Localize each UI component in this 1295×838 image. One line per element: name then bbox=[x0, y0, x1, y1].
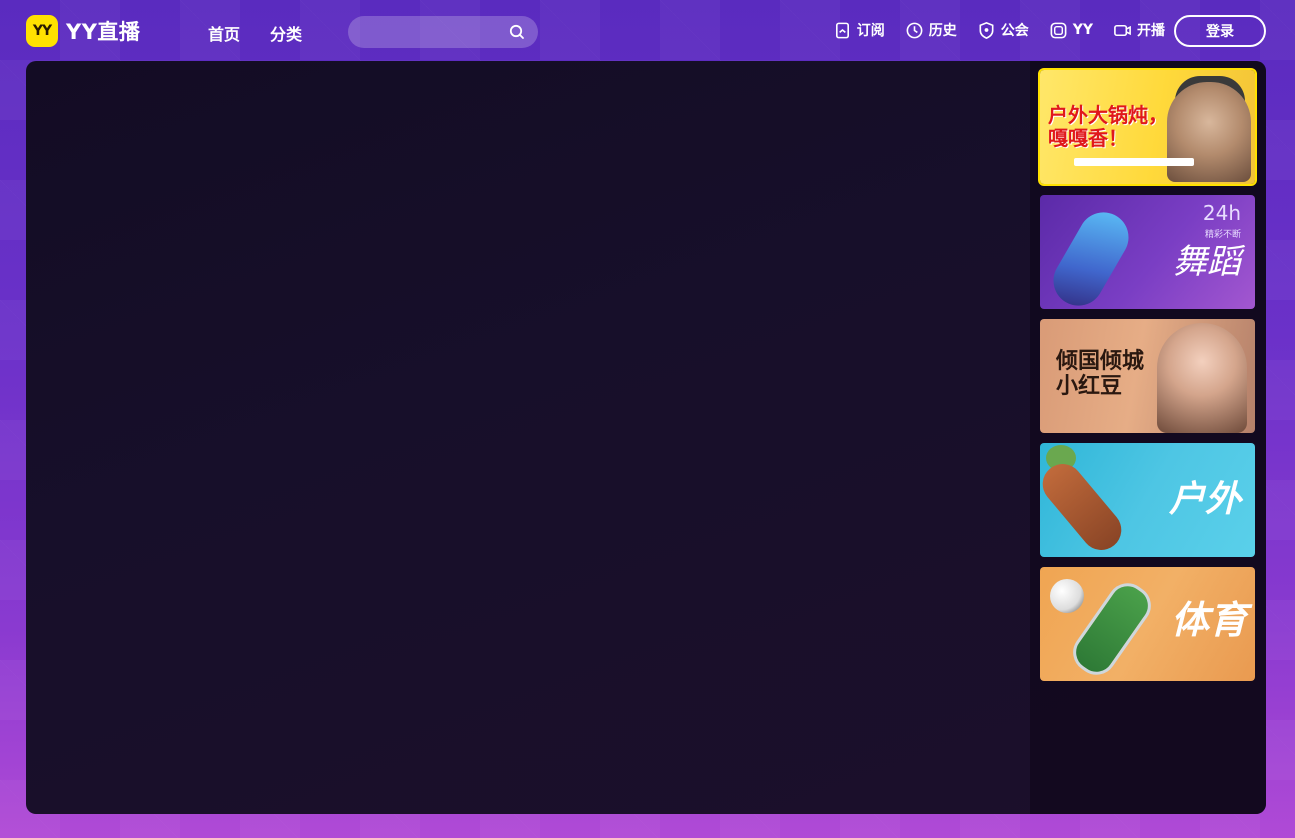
guild-button[interactable]: 公会 bbox=[977, 20, 1029, 40]
logo[interactable]: YY YY直播 bbox=[26, 15, 140, 47]
card-caption-line1: 户外大锅炖， bbox=[1048, 103, 1168, 127]
card-subtitle-strip bbox=[1074, 158, 1194, 166]
soccer-ball-icon bbox=[1050, 579, 1084, 613]
top-header: YY YY直播 首页 分类 订阅 历史 公会 YY 开播 登录 bbox=[0, 0, 1295, 62]
guild-label: 公会 bbox=[1000, 23, 1029, 39]
nav-category[interactable]: 分类 bbox=[270, 21, 302, 45]
card-caption-line1: 倾国倾城 bbox=[1056, 349, 1145, 374]
nav-home[interactable]: 首页 bbox=[208, 21, 240, 45]
history-label: 历史 bbox=[928, 23, 957, 39]
card-caption: 户外 bbox=[1168, 479, 1241, 520]
history-button[interactable]: 历史 bbox=[905, 20, 957, 40]
card-caption: 舞蹈 bbox=[1173, 242, 1241, 282]
card-badge-sub: 精彩不断 bbox=[1204, 230, 1241, 240]
recommend-card-2[interactable]: 24h 精彩不断 舞蹈 bbox=[1040, 195, 1255, 309]
clock-icon bbox=[906, 22, 923, 38]
card-thumbnail-shoe bbox=[1044, 203, 1138, 309]
shield-icon bbox=[979, 21, 994, 39]
yy-app-icon bbox=[1050, 22, 1067, 38]
logo-badge: YY bbox=[26, 15, 58, 47]
search-input[interactable] bbox=[362, 16, 502, 48]
login-button[interactable]: 登录 bbox=[1174, 15, 1266, 47]
subscribe-button[interactable]: 订阅 bbox=[833, 20, 885, 40]
bookmark-icon bbox=[835, 22, 849, 38]
camera-icon bbox=[1114, 24, 1131, 36]
card-thumbnail-person bbox=[1167, 82, 1251, 182]
recommend-sidebar: 户外大锅炖， 嘎嘎香！ 24h 精彩不断 舞蹈 倾国倾城 小红豆 户外 体育 bbox=[1030, 61, 1266, 814]
card-thumbnail-boat bbox=[1040, 455, 1130, 557]
recommend-card-4[interactable]: 户外 bbox=[1040, 443, 1255, 557]
logo-text: YY直播 bbox=[66, 20, 141, 44]
card-caption-line2: 嘎嘎香！ bbox=[1048, 126, 1128, 150]
card-badge: 24h bbox=[1202, 201, 1241, 225]
yy-app-label: YY bbox=[1072, 22, 1093, 38]
card-caption: 倾国倾城 小红豆 bbox=[1056, 349, 1144, 400]
go-live-button[interactable]: 开播 bbox=[1113, 20, 1165, 40]
recommend-card-5[interactable]: 体育 bbox=[1040, 567, 1255, 681]
recommend-card-3[interactable]: 倾国倾城 小红豆 bbox=[1040, 319, 1255, 433]
card-caption: 户外大锅炖， 嘎嘎香！ bbox=[1048, 104, 1168, 150]
card-thumbnail-person bbox=[1157, 323, 1247, 433]
card-caption: 体育 bbox=[1170, 598, 1247, 642]
live-stage: 户外大锅炖， 嘎嘎香！ 24h 精彩不断 舞蹈 倾国倾城 小红豆 户外 体育 bbox=[26, 61, 1266, 814]
yy-app-button[interactable]: YY bbox=[1049, 21, 1093, 40]
video-player[interactable] bbox=[26, 61, 1030, 814]
subscribe-label: 订阅 bbox=[856, 23, 885, 39]
card-caption-line2: 小红豆 bbox=[1056, 374, 1123, 400]
search-box[interactable] bbox=[348, 16, 538, 48]
search-icon[interactable] bbox=[509, 24, 525, 40]
recommend-card-1[interactable]: 户外大锅炖， 嘎嘎香！ bbox=[1038, 68, 1257, 186]
header-toolbar: 订阅 历史 公会 YY 开播 bbox=[833, 20, 1165, 40]
go-live-label: 开播 bbox=[1137, 23, 1165, 39]
